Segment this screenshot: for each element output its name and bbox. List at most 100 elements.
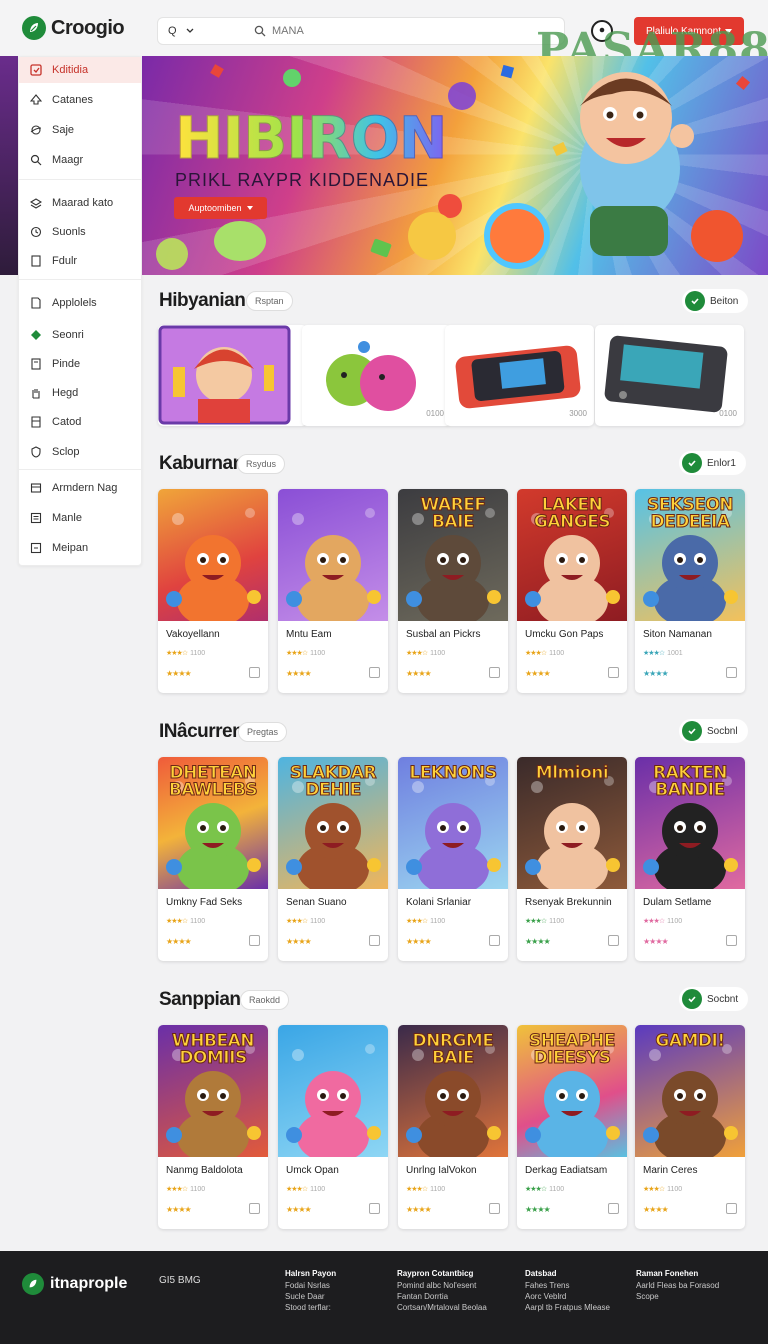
game-card[interactable]: DHETEAN BAWLEBS Umkny Fad Seks ★★★☆ 1100 ★★★… bbox=[158, 757, 268, 961]
header-action-button[interactable]: Plaliulo Kamnont bbox=[634, 17, 744, 45]
game-card[interactable]: SLAKDAR DEHIE Senan Suano ★★★☆ 1100 ★★★★ bbox=[278, 757, 388, 961]
game-thumbnail: Mlmioni bbox=[517, 757, 627, 889]
footer-heading: Datsbad bbox=[525, 1269, 557, 1278]
featured-card[interactable]: 3000 bbox=[445, 325, 594, 426]
game-card[interactable]: GAMDI! Marin Ceres ★★★☆ 1100 ★★★★ bbox=[635, 1025, 745, 1229]
footer-link[interactable]: Cortsan/Mrtaloval Beolaa bbox=[397, 1302, 517, 1313]
game-title: Nanmg Baldolota bbox=[166, 1165, 243, 1176]
search-input[interactable] bbox=[272, 25, 522, 37]
star-rating-icon: ★★★☆ bbox=[286, 1186, 308, 1193]
wishlist-checkbox[interactable] bbox=[249, 1203, 260, 1214]
game-card[interactable]: Mlmioni Rsenyak Brekunnin ★★★☆ 1100 ★★★★ bbox=[517, 757, 627, 961]
sidebar-item-label: Suonls bbox=[52, 226, 86, 238]
wishlist-checkbox[interactable] bbox=[489, 667, 500, 678]
sidebar-item-10[interactable]: Hegd bbox=[19, 380, 141, 406]
footer-link[interactable]: Aarld Fleas ba Forasod bbox=[636, 1280, 756, 1291]
sidebar-item-6[interactable]: Fdulr bbox=[19, 248, 141, 274]
hero-subtitle: PRIKL RAYPR KIDDENADIE bbox=[175, 170, 430, 190]
wishlist-checkbox[interactable] bbox=[608, 935, 619, 946]
game-thumbnail: WHBEAN DOMIIS bbox=[158, 1025, 268, 1157]
grid-icon bbox=[30, 64, 42, 76]
search-bar[interactable]: Q bbox=[157, 17, 565, 45]
star-rating-icon: ★★★★ bbox=[166, 1205, 192, 1214]
wishlist-checkbox[interactable] bbox=[369, 935, 380, 946]
rating-count: 1100 bbox=[190, 917, 206, 925]
wishlist-checkbox[interactable] bbox=[726, 667, 737, 678]
game-card[interactable]: LEKNONS Kolani Srlaniar ★★★☆ 1100 ★★★★ bbox=[398, 757, 508, 961]
sidebar-item-11[interactable]: Catod bbox=[19, 409, 141, 435]
game-card[interactable]: SEKSEON DEDEEIA Siton Namanan ★★★☆ 1001 ★★★★ bbox=[635, 489, 745, 693]
wishlist-checkbox[interactable] bbox=[608, 1203, 619, 1214]
game-banner-text: LEKNONS bbox=[409, 763, 498, 783]
sidebar-item-2[interactable]: Saje bbox=[19, 117, 141, 143]
featured-card[interactable]: 0100 bbox=[595, 325, 744, 426]
sidebar-item-0[interactable]: Kditidia bbox=[19, 57, 141, 83]
game-title: Dulam Setlame bbox=[643, 897, 712, 908]
game-card[interactable]: Umck Opan ★★★☆ 1100 ★★★★ bbox=[278, 1025, 388, 1229]
footer-link[interactable]: Aarpl tb Fratpus Mlease bbox=[525, 1302, 645, 1313]
footer-link[interactable]: Fahes Trens bbox=[525, 1280, 645, 1291]
rating-count: 1100 bbox=[549, 649, 565, 657]
sidebar-item-9[interactable]: Pinde bbox=[19, 351, 141, 377]
wishlist-checkbox[interactable] bbox=[726, 935, 737, 946]
hero-banner[interactable]: HIBIRON PRIKL RAYPR KIDDENADIE Auptoomib… bbox=[142, 56, 768, 275]
featured-card[interactable] bbox=[158, 325, 307, 426]
footer-logo[interactable]: itnaprople bbox=[22, 1273, 127, 1295]
footer-link[interactable]: Fodai Nsrlas bbox=[285, 1280, 405, 1291]
footer-link[interactable]: Scope bbox=[636, 1291, 756, 1302]
footer-link[interactable]: Aorc Veblrd bbox=[525, 1291, 645, 1302]
wishlist-checkbox[interactable] bbox=[726, 1203, 737, 1214]
star-rating-icon: ★★★☆ bbox=[406, 1186, 428, 1193]
section-filter-pill[interactable]: Rsptan bbox=[246, 291, 293, 311]
game-card[interactable]: WAREF BAIE Susbal an Pickrs ★★★☆ 1100 ★★★★ bbox=[398, 489, 508, 693]
game-card[interactable]: SHEAPHE DIEESYS Derkag Eadiatsam ★★★☆ 1100 ★… bbox=[517, 1025, 627, 1229]
section-filter-pill[interactable]: Rsydus bbox=[237, 454, 286, 474]
sidebar-item-label: Maagr bbox=[52, 154, 84, 166]
game-rating: ★★★☆ 1100 bbox=[406, 917, 446, 926]
wishlist-checkbox[interactable] bbox=[369, 1203, 380, 1214]
game-card[interactable]: Vakoyellann ★★★☆ 1100 ★★★★ bbox=[158, 489, 268, 693]
see-all-button[interactable]: Beiton bbox=[682, 289, 749, 313]
hero-cta-button[interactable]: Auptoomiben bbox=[174, 197, 267, 219]
wishlist-checkbox[interactable] bbox=[369, 667, 380, 678]
wishlist-checkbox[interactable] bbox=[489, 935, 500, 946]
see-all-button[interactable]: Socbnl bbox=[679, 719, 748, 743]
footer-link[interactable]: Fantan Dorrtia bbox=[397, 1291, 517, 1302]
sidebar-item-12[interactable]: Sclop bbox=[19, 439, 141, 465]
sidebar-item-15[interactable]: Meipan bbox=[19, 535, 141, 561]
game-card[interactable]: WHBEAN DOMIIS Nanmg Baldolota ★★★☆ 1100 ★★★★ bbox=[158, 1025, 268, 1229]
wishlist-checkbox[interactable] bbox=[249, 667, 260, 678]
section-filter-pill[interactable]: Raokdd bbox=[240, 990, 290, 1010]
game-card[interactable]: Mntu Eam ★★★☆ 1100 ★★★★ bbox=[278, 489, 388, 693]
sidebar-item-1[interactable]: Catanes bbox=[19, 87, 141, 113]
rating-count: 1100 bbox=[430, 917, 446, 925]
game-card[interactable]: RAKTEN BANDIE Dulam Setlame ★★★☆ 1100 ★★★★ bbox=[635, 757, 745, 961]
sidebar-item-4[interactable]: Maarad kato bbox=[19, 190, 141, 216]
game-banner-text: DNRGME BAIE bbox=[412, 1031, 494, 1068]
rating-count: 1001 bbox=[667, 649, 683, 657]
wishlist-checkbox[interactable] bbox=[608, 667, 619, 678]
footer-heading: Raman Fonehen bbox=[636, 1269, 699, 1278]
account-icon[interactable] bbox=[591, 20, 613, 42]
search-scope-dropdown[interactable]: Q bbox=[158, 25, 218, 37]
sidebar-item-7[interactable]: Applolels bbox=[19, 290, 141, 316]
sidebar-item-5[interactable]: Suonls bbox=[19, 219, 141, 245]
sidebar-item-label: Pinde bbox=[52, 358, 81, 370]
footer-link[interactable]: Stood terflar: bbox=[285, 1302, 405, 1313]
wishlist-checkbox[interactable] bbox=[249, 935, 260, 946]
sidebar-item-14[interactable]: Manle bbox=[19, 505, 141, 531]
app-logo[interactable]: Croogio bbox=[22, 16, 125, 40]
rating-count: 1100 bbox=[549, 1185, 565, 1193]
game-card[interactable]: LAKEN GANGES Umcku Gon Paps ★★★☆ 1100 ★★★★ bbox=[517, 489, 627, 693]
section-filter-pill[interactable]: Pregtas bbox=[238, 722, 288, 742]
game-card[interactable]: DNRGME BAIE Unrlng IalVokon ★★★☆ 1100 ★★★★ bbox=[398, 1025, 508, 1229]
sidebar-item-8[interactable]: Seonri bbox=[19, 322, 141, 348]
sidebar-item-3[interactable]: Maagr bbox=[19, 147, 141, 173]
sidebar-item-13[interactable]: Armdern Nag bbox=[19, 475, 141, 501]
wishlist-checkbox[interactable] bbox=[489, 1203, 500, 1214]
footer-link[interactable]: Sucle Daar bbox=[285, 1291, 405, 1302]
footer-link[interactable]: Pomind albc Nol'esent bbox=[397, 1280, 517, 1291]
featured-card[interactable]: 0100 bbox=[302, 325, 451, 426]
see-all-button[interactable]: Socbnt bbox=[679, 987, 749, 1011]
see-all-button[interactable]: Enlor1 bbox=[679, 451, 746, 475]
